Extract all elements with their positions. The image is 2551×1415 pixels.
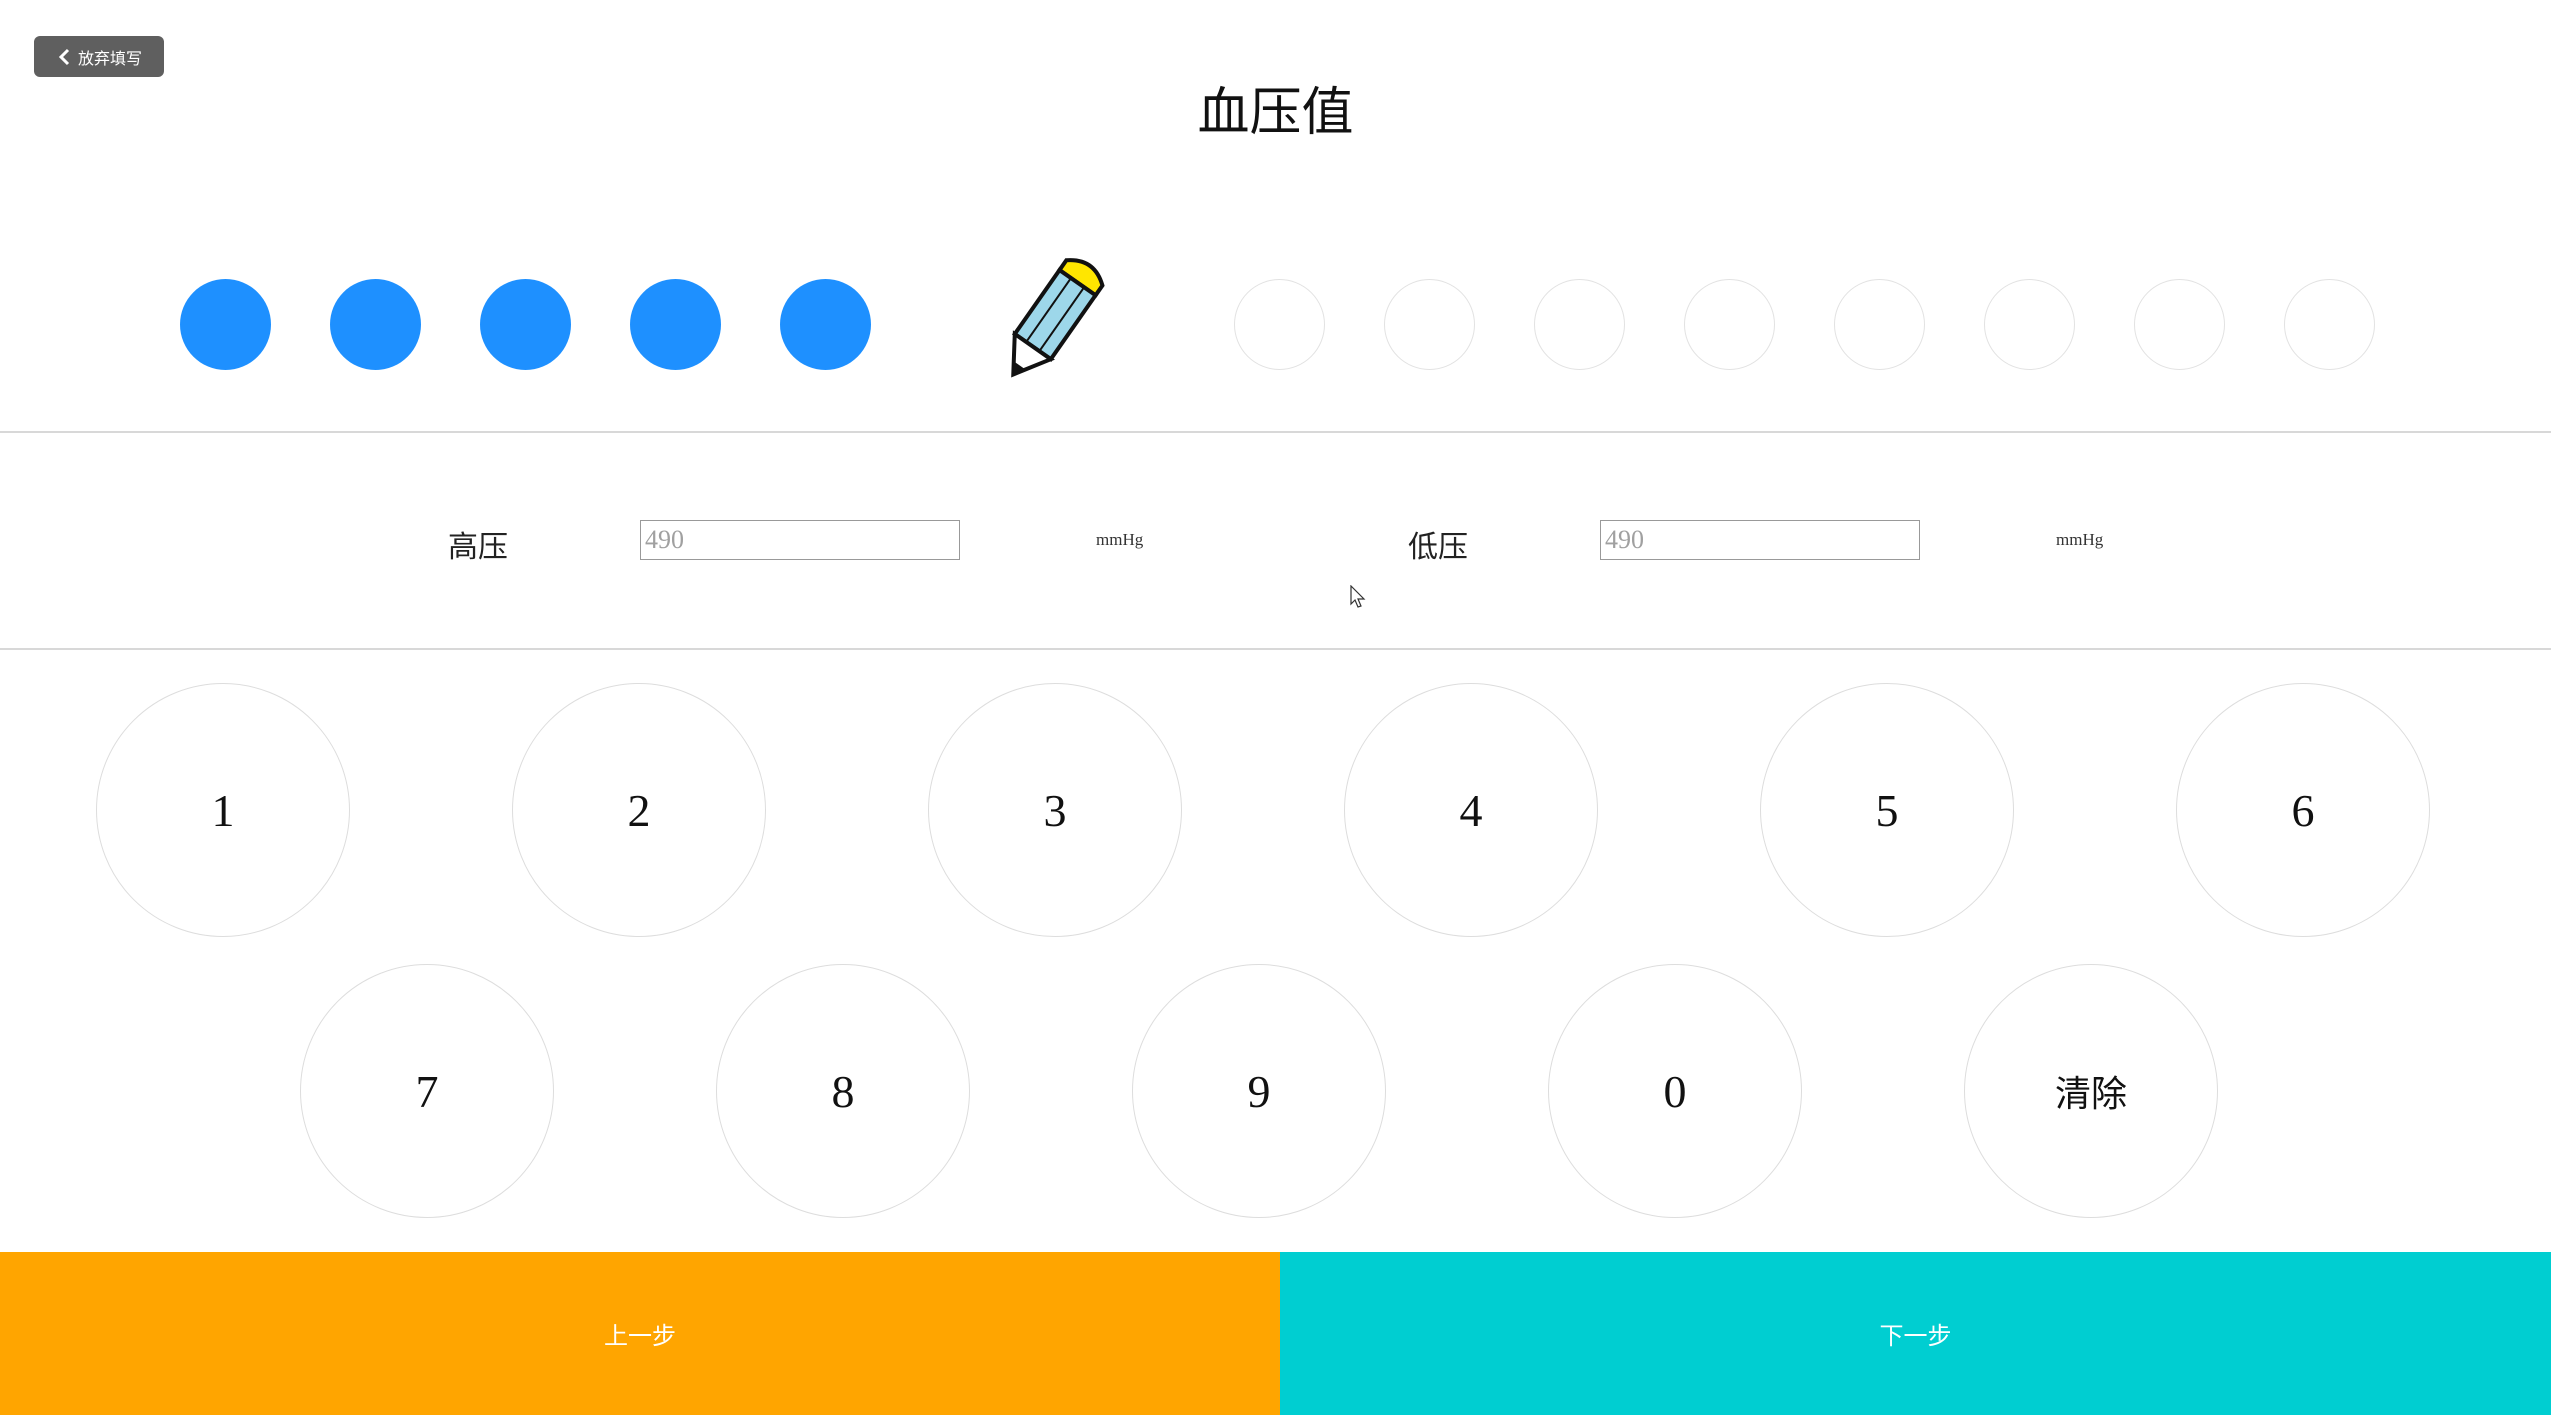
step-dot-pending [1834,279,1925,370]
step-dot-completed [180,279,271,370]
chevron-left-icon [58,48,70,65]
diastolic-unit: mmHg [2056,530,2104,549]
blood-pressure-form-page: 放弃填写 血压值 高压 490 mmHg 低压 490 mmHg 1 2 3 4… [0,0,2551,1415]
step-dot-pending [1234,279,1325,370]
key-8[interactable]: 8 [716,964,970,1218]
step-dot-pending [1984,279,2075,370]
systolic-label: 高压 [448,530,508,565]
divider [0,648,2551,650]
step-dot-completed [330,279,421,370]
step-dot-pending [2134,279,2225,370]
next-step-button[interactable]: 下一步 [1280,1252,2551,1415]
key-9[interactable]: 9 [1132,964,1386,1218]
step-dot-pending [2284,279,2375,370]
mouse-pointer-icon [1350,585,1366,608]
page-title: 血压值 [1197,83,1354,143]
step-dot-completed [630,279,721,370]
key-2[interactable]: 2 [512,683,766,937]
previous-step-button[interactable]: 上一步 [0,1252,1280,1415]
clear-key[interactable]: 清除 [1964,964,2218,1218]
next-step-label: 下一步 [1879,1322,1952,1350]
pencil-icon [1011,258,1105,378]
key-1[interactable]: 1 [96,683,350,937]
diastolic-input[interactable] [1600,520,1920,560]
systolic-input[interactable] [640,520,960,560]
key-5[interactable]: 5 [1760,683,2014,937]
step-dot-pending [1534,279,1625,370]
previous-step-label: 上一步 [604,1322,676,1350]
step-dot-pending [1684,279,1775,370]
key-3[interactable]: 3 [928,683,1182,937]
divider [0,431,2551,433]
step-dot-completed [480,279,571,370]
key-7[interactable]: 7 [300,964,554,1218]
key-6[interactable]: 6 [2176,683,2430,937]
abandon-button-label: 放弃填写 [77,48,142,68]
step-dot-pending [1384,279,1475,370]
key-0[interactable]: 0 [1548,964,1802,1218]
step-dot-completed [780,279,871,370]
systolic-unit: mmHg [1096,530,1144,549]
diastolic-label: 低压 [1408,530,1468,565]
step-progress [0,240,2551,400]
key-4[interactable]: 4 [1344,683,1598,937]
